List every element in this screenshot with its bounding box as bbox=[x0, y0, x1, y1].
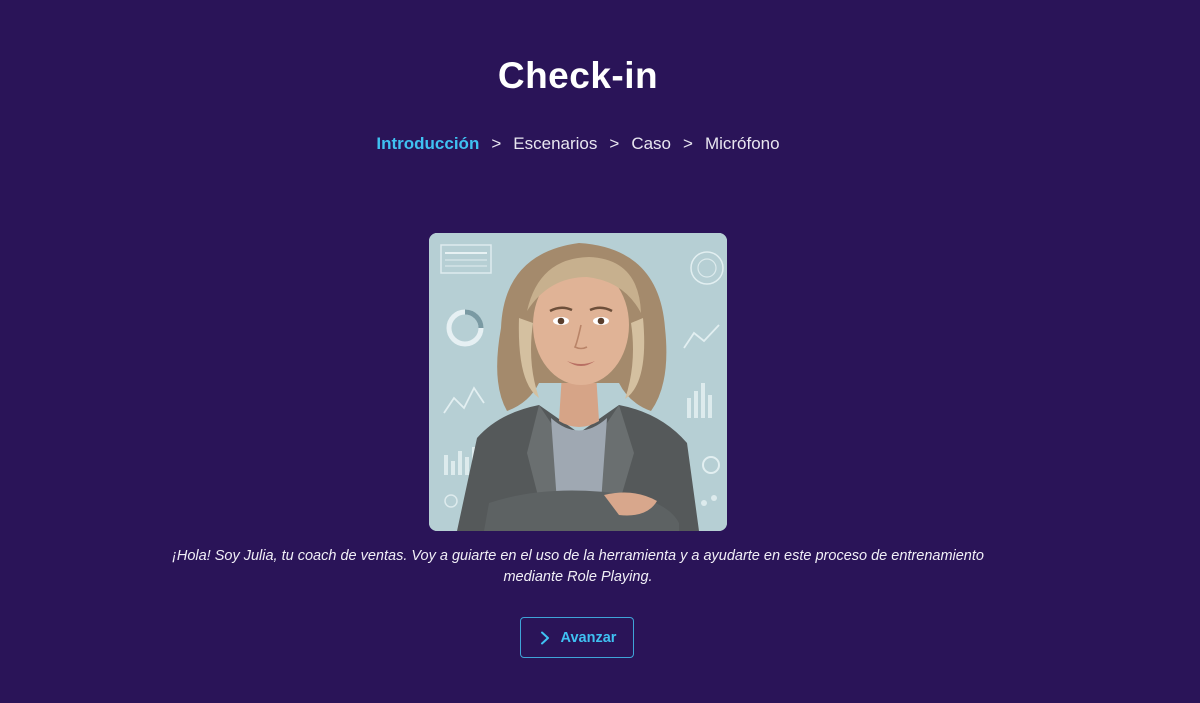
coach-portrait-illustration bbox=[429, 233, 727, 531]
breadcrumb-separator: > bbox=[683, 134, 693, 153]
coach-intro-message: ¡Hola! Soy Julia, tu coach de ventas. Vo… bbox=[160, 546, 996, 588]
advance-button-label: Avanzar bbox=[560, 629, 617, 646]
breadcrumb-item-escenarios[interactable]: Escenarios bbox=[513, 134, 597, 154]
coach-intro-message-line2: mediante Role Playing. bbox=[503, 569, 653, 585]
page-title: Check-in bbox=[497, 55, 659, 96]
coach-avatar-image bbox=[429, 233, 727, 531]
breadcrumb-item-microfono[interactable]: Micrófono bbox=[705, 134, 780, 154]
chevron-right-icon bbox=[540, 631, 549, 644]
coach-intro-message-line1: ¡Hola! Soy Julia, tu coach de ventas. Vo… bbox=[172, 548, 984, 564]
advance-button[interactable]: Avanzar bbox=[520, 617, 634, 658]
check-in-page: Check-in Introducción > Escenarios > Cas… bbox=[0, 0, 1200, 703]
breadcrumb-separator: > bbox=[609, 134, 620, 153]
breadcrumb-item-introduccion[interactable]: Introducción bbox=[376, 134, 479, 154]
breadcrumb-separator: > bbox=[491, 134, 502, 153]
breadcrumb-item-caso[interactable]: Caso bbox=[631, 134, 671, 154]
breadcrumb: Introducción > Escenarios > Caso > Micró… bbox=[0, 134, 1156, 154]
